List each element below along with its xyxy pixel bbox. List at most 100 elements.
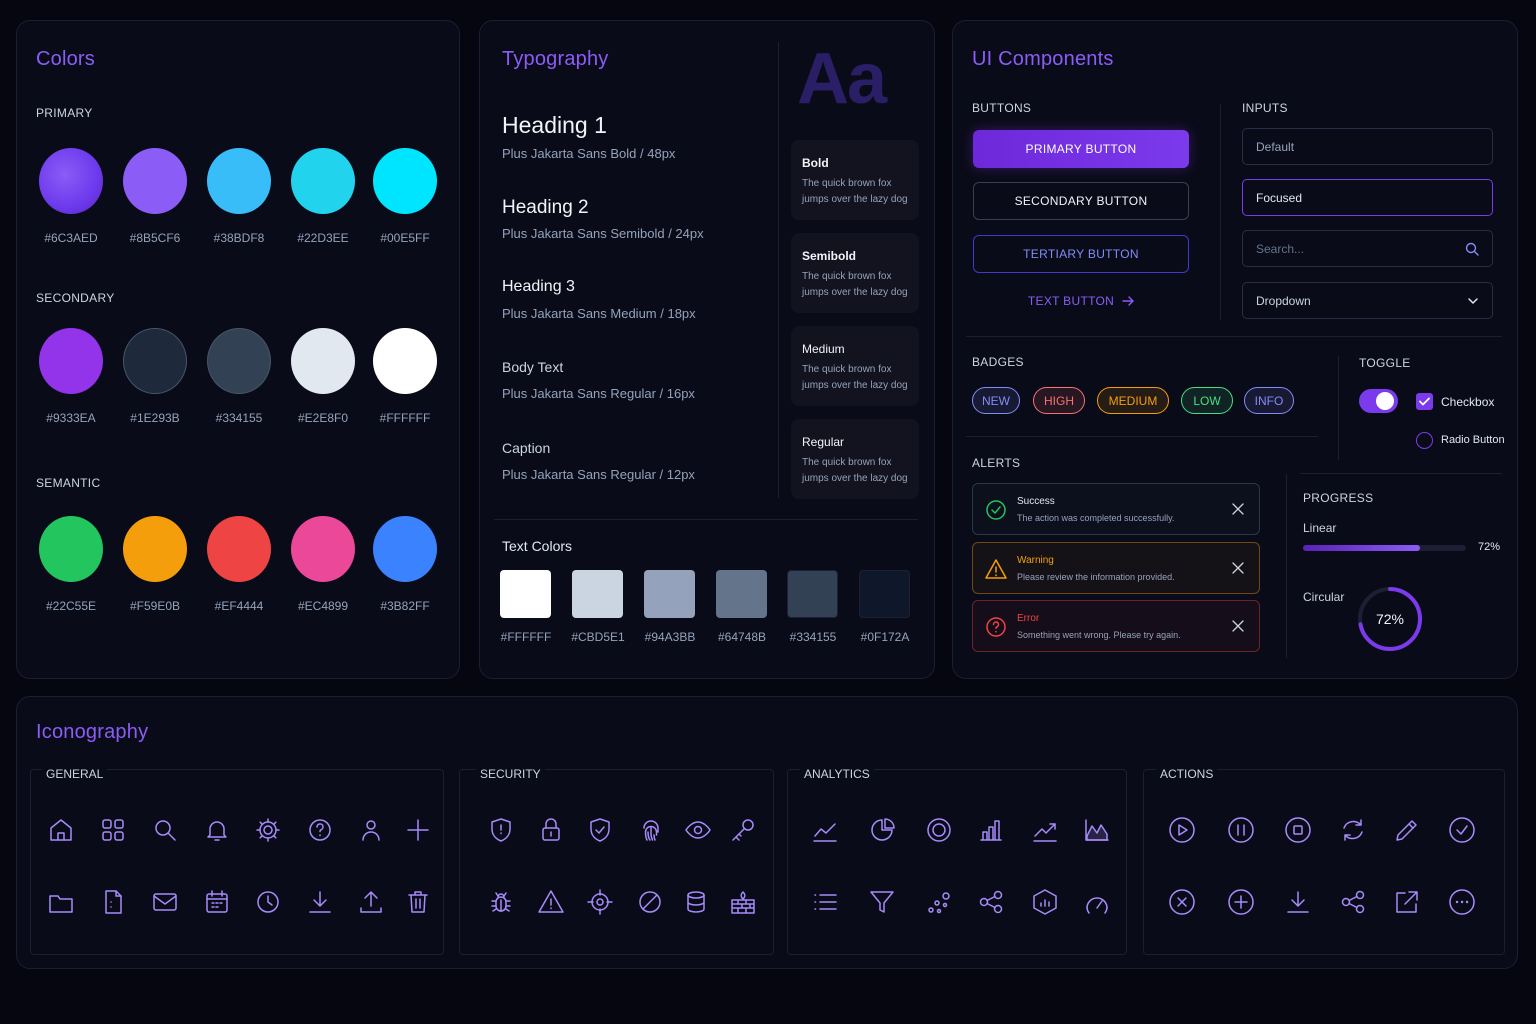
badges-label: BADGES: [972, 355, 1024, 369]
inputs-label: INPUTS: [1242, 101, 1288, 115]
close-icon[interactable]: [1231, 502, 1245, 516]
secondary-button[interactable]: SECONDARY BUTTON: [973, 182, 1189, 220]
text-color-hex-label: #FFFFFF: [500, 630, 552, 644]
warning-icon: [537, 888, 565, 916]
weight-name: Regular: [802, 435, 845, 449]
input-focused[interactable]: Focused: [1242, 179, 1493, 216]
text-color-swatch: [716, 570, 767, 618]
heading-2-spec: Plus Jakarta Sans Semibold / 24px: [502, 226, 704, 241]
help-icon: [306, 816, 334, 844]
typography-vertical-divider: [778, 42, 779, 498]
folder-icon: [47, 888, 75, 916]
search-input[interactable]: Search...: [1242, 230, 1493, 267]
primary-button[interactable]: PRIMARY BUTTON: [973, 130, 1189, 168]
check-circle-icon: [1448, 816, 1476, 844]
play-icon: [1168, 816, 1196, 844]
list-icon: [811, 888, 839, 916]
text-color-hex-label: #334155: [789, 630, 837, 644]
progress-top-divider: [1300, 473, 1502, 474]
bug-icon: [487, 888, 515, 916]
text-color-swatch: [644, 570, 695, 618]
firewall-icon: [729, 888, 757, 916]
lock-icon: [537, 816, 565, 844]
secondary-label: SECONDARY: [36, 291, 115, 305]
text-button[interactable]: TEXT BUTTON: [973, 294, 1189, 308]
search-icon: [151, 816, 179, 844]
alerts-label: ALERTS: [972, 456, 1021, 470]
checkbox[interactable]: [1416, 393, 1433, 410]
badge-info: INFO: [1244, 387, 1294, 414]
color-swatch-semantic: [291, 516, 355, 582]
trash-icon: [404, 888, 432, 916]
heading-3-sample: Heading 3: [502, 278, 575, 295]
shield-icon: [487, 816, 515, 844]
toggle-knob: [1376, 392, 1394, 410]
share-nodes-icon: [977, 888, 1005, 916]
scatter-icon: [925, 888, 953, 916]
weight-card-regular: Regular The quick brown fox jumps over t…: [791, 419, 919, 499]
ui-components-title: UI Components: [972, 48, 1114, 70]
fingerprint-icon: [637, 816, 665, 844]
search-icon: [1465, 242, 1479, 256]
heading-1-sample: Heading 1: [502, 112, 607, 138]
color-swatch-primary: [373, 148, 437, 214]
color-swatch-secondary: [291, 328, 355, 394]
weight-sample: The quick brown fox jumps over the lazy …: [802, 178, 908, 205]
color-swatch-secondary: [123, 328, 187, 394]
eye-icon: [684, 816, 712, 844]
weight-sample: The quick brown fox jumps over the lazy …: [802, 457, 908, 484]
color-hex-label: #6C3AED: [44, 231, 98, 245]
radio-button[interactable]: [1416, 432, 1433, 449]
color-hex-label: #22C55E: [45, 599, 97, 613]
toggle-label: TOGGLE: [1359, 356, 1411, 370]
body-text-spec: Plus Jakarta Sans Regular / 16px: [502, 386, 695, 401]
icon-group-label: ACTIONS: [1156, 767, 1218, 781]
donut-icon: [925, 816, 953, 844]
gear-icon: [254, 816, 282, 844]
heading-3-spec: Plus Jakarta Sans Medium / 18px: [502, 306, 696, 321]
stop-icon: [1284, 816, 1312, 844]
text-button-label: TEXT BUTTON: [1027, 294, 1115, 308]
text-color-swatch: [500, 570, 551, 618]
input-default[interactable]: Default: [1242, 128, 1493, 165]
weight-name: Medium: [802, 342, 845, 356]
weight-card-bold: Bold The quick brown fox jumps over the …: [791, 140, 919, 220]
badge-low: LOW: [1181, 387, 1233, 414]
radio-label: Radio Button: [1441, 434, 1505, 446]
icon-group-analytics: [787, 769, 1127, 955]
close-icon[interactable]: [1231, 561, 1245, 575]
color-hex-label: #E2E8F0: [297, 411, 349, 425]
color-hex-label: #EC4899: [297, 599, 349, 613]
clock-icon: [254, 888, 282, 916]
icon-group-actions: [1143, 769, 1505, 955]
mail-icon: [151, 888, 179, 916]
alert-warning: Warning Please review the information pro…: [972, 542, 1260, 594]
toggle-switch[interactable]: [1359, 389, 1398, 413]
search-placeholder: Search...: [1256, 241, 1305, 256]
warning-icon: [985, 558, 1007, 580]
dropdown-select[interactable]: Dropdown: [1242, 282, 1493, 319]
alert-success: Success The action was completed successf…: [972, 483, 1260, 535]
target-icon: [586, 888, 614, 916]
dropdown-value: Dropdown: [1256, 293, 1311, 308]
external-link-icon: [1393, 888, 1421, 916]
caption-sample: Caption: [502, 440, 551, 456]
area-chart-icon: [1083, 816, 1111, 844]
download-icon: [1284, 888, 1312, 916]
close-icon[interactable]: [1231, 619, 1245, 633]
pause-icon: [1227, 816, 1255, 844]
trend-up-icon: [1031, 816, 1059, 844]
weight-card-semibold: Semibold The quick brown fox jumps over …: [791, 233, 919, 313]
badge-new: NEW: [972, 387, 1020, 414]
checkbox-label: Checkbox: [1441, 395, 1495, 409]
badge-high: HIGH: [1033, 387, 1085, 414]
progress-label: PROGRESS: [1303, 491, 1374, 505]
tertiary-button[interactable]: TERTIARY BUTTON: [973, 235, 1189, 273]
text-color-swatch: [859, 570, 910, 618]
text-colors-label: Text Colors: [502, 538, 573, 554]
close-circle-icon: [1168, 888, 1196, 916]
colors-title: Colors: [36, 48, 95, 70]
linear-progress-track: [1303, 545, 1466, 551]
edit-icon: [1393, 816, 1421, 844]
icon-group-label: GENERAL: [42, 767, 108, 781]
